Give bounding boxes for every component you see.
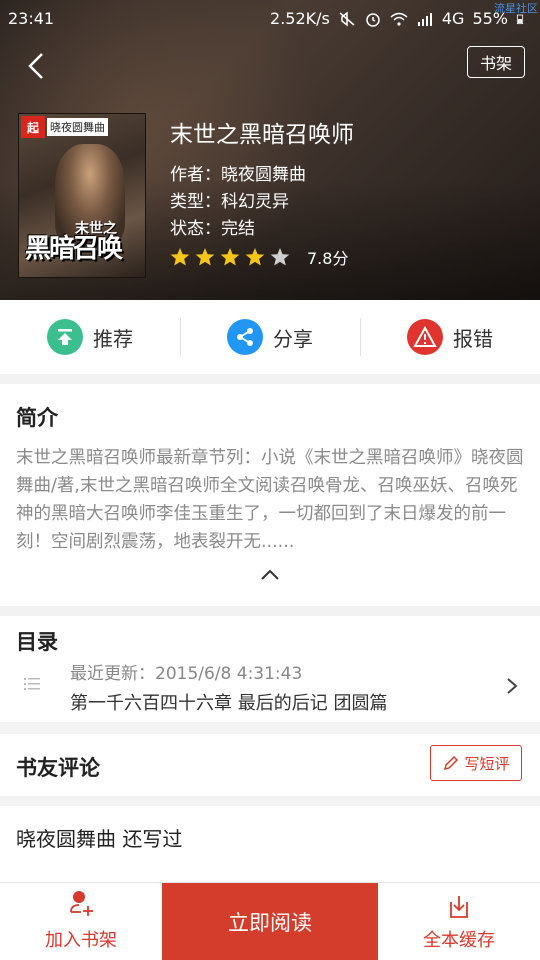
rating: 7.8分 [170,245,348,269]
star-filled-icon [170,248,190,266]
network-speed: 2.52K/s [270,9,330,28]
rating-score: 7.8分 [307,249,349,268]
back-icon[interactable] [20,46,60,86]
status-bar: 23:41 2.52K/s 4G 55% [0,0,540,38]
book-cover: 起 晓夜圆舞曲 末世之 黑暗召唤 [18,113,146,278]
comments-title: 书友评论 [16,756,100,780]
wifi-icon [390,12,408,26]
rating-stars [170,247,295,267]
mute-icon [339,10,355,27]
report-error-button[interactable]: 报错 [360,300,540,374]
action-bar: 推荐 分享 报错 [0,300,540,374]
status-time: 23:41 [8,9,55,28]
cover-title-art: 黑暗召唤 [25,234,123,264]
bottom-bar: 加入书架 立即阅读 全本缓存 [0,882,540,960]
book-status: 状态：完结 [170,219,255,239]
comment-text: 晓夜圆舞曲 还写过 [16,827,183,851]
recommend-button[interactable]: 推荐 [0,300,180,374]
share-button[interactable]: 分享 [180,300,360,374]
book-title: 末世之黑暗召唤师 [170,122,354,148]
star-empty-icon [270,248,290,266]
add-to-shelf-button[interactable]: 加入书架 [0,883,162,960]
cover-author-tag: 晓夜圆舞曲 [47,118,108,136]
cover-badge: 起 [21,116,45,138]
toc-latest-chapter: 第一千六百四十六章 最后的后记 团圆篇 [70,693,388,714]
book-author: 作者：晓夜圆舞曲 [170,165,306,185]
list-icon [24,678,40,690]
pencil-icon [444,755,459,771]
warning-icon [407,319,443,355]
upload-icon [47,319,83,355]
share-icon [227,319,263,355]
star-filled-icon [220,248,240,266]
signal-icon [417,12,432,26]
status-right: 2.52K/s 4G 55% [270,9,528,28]
toc-last-updated: 最近更新：2015/6/8 4:31:43 [70,664,303,684]
star-filled-icon [195,248,215,266]
book-header: 23:41 2.52K/s 4G 55% 流星社区 书架 起 晓夜圆舞曲 末世之… [0,0,540,300]
alarm-icon [366,12,380,27]
cache-all-label: 全本缓存 [423,930,495,951]
network-type: 4G [441,9,465,28]
write-review-button[interactable]: 写短评 [430,745,522,781]
star-filled-icon [245,248,265,266]
download-icon [450,896,468,918]
intro-text: 末世之黑暗召唤师最新章节列：小说《末世之黑暗召唤师》晓夜圆舞曲/著,末世之黑暗召… [16,448,524,552]
recommend-label: 推荐 [93,326,133,351]
report-error-label: 报错 [453,326,493,351]
write-review-label: 写短评 [464,754,510,773]
chevron-right-icon[interactable] [505,676,519,696]
intro-title: 简介 [16,406,58,430]
add-to-shelf-label: 加入书架 [45,930,117,951]
cache-all-button[interactable]: 全本缓存 [378,883,540,960]
chevron-up-icon[interactable] [259,568,281,582]
watermark: 流星社区 [494,2,538,15]
share-label: 分享 [273,326,313,351]
bookshelf-button[interactable]: 书架 [467,46,525,78]
add-person-icon [70,891,93,916]
book-type: 类型：科幻灵异 [170,192,289,212]
read-now-button[interactable]: 立即阅读 [162,883,378,960]
